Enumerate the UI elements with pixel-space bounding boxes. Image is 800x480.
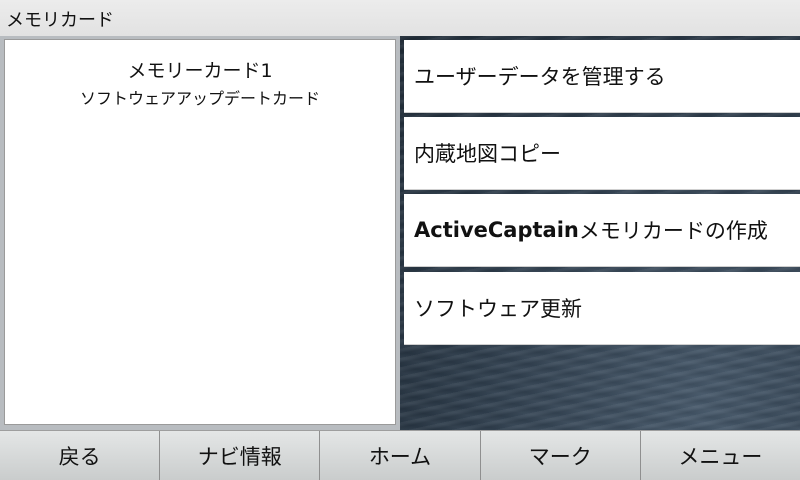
back-button[interactable]: 戻る <box>0 431 161 480</box>
memory-card-screen: メモリカード メモリーカード1 ソフトウェアアップデートカード ユーザーデータを… <box>0 0 800 480</box>
menu-item-manage-user-data[interactable]: ユーザーデータを管理する <box>404 40 800 113</box>
title-bar: メモリカード <box>0 0 800 37</box>
menu-item-label: ユーザーデータを管理する <box>414 65 666 89</box>
mark-button[interactable]: マーク <box>481 431 641 480</box>
memory-card-type: ソフトウェアアップデートカード <box>79 89 320 108</box>
memory-card-info-panel: メモリーカード1 ソフトウェアアップデートカード <box>4 39 396 425</box>
memory-card-name: メモリーカード1 <box>127 60 273 82</box>
menu-button[interactable]: メニュー <box>641 431 800 480</box>
menu-item-label-bold: ActiveCaptain <box>414 218 579 242</box>
home-button[interactable]: ホーム <box>320 431 481 480</box>
nav-info-button[interactable]: ナビ情報 <box>160 431 321 480</box>
softkey-bar: 戻る ナビ情報 ホーム マーク メニュー <box>0 430 800 480</box>
menu-item-label: 内蔵地図コピー <box>414 142 561 166</box>
menu-item-create-activecaptain-card[interactable]: ActiveCaptain メモリカードの作成 <box>404 194 800 267</box>
menu-item-label: メモリカードの作成 <box>578 219 768 243</box>
menu-item-software-update[interactable]: ソフトウェア更新 <box>404 272 800 345</box>
menu-item-copy-built-in-map[interactable]: 内蔵地図コピー <box>404 117 800 190</box>
menu-item-label: ソフトウェア更新 <box>414 297 582 321</box>
page-title: メモリカード <box>6 10 114 31</box>
